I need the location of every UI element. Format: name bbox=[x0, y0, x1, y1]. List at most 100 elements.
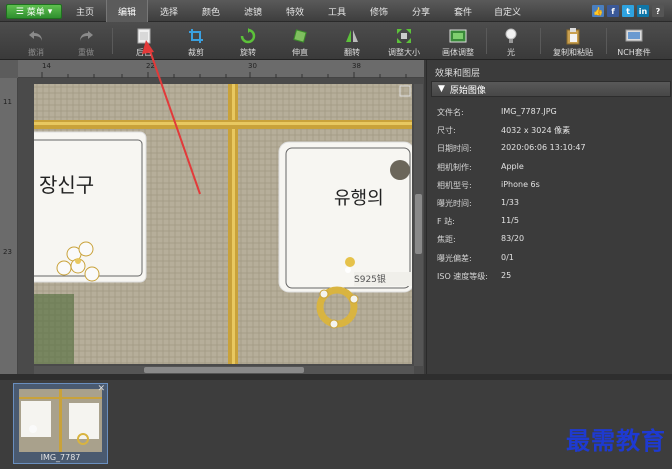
resize-button[interactable]: 调整大小 bbox=[384, 24, 424, 58]
rotate-icon bbox=[239, 27, 257, 45]
property-key: 尺寸: bbox=[437, 126, 456, 136]
background-label: 后台 bbox=[136, 48, 152, 57]
original-image-section[interactable]: ▼ 原始图像 bbox=[431, 81, 671, 97]
main-menu-label: 菜单 bbox=[26, 8, 45, 18]
property-row: 尺寸: 4032 x 3024 像素 bbox=[437, 125, 669, 143]
ruler-corner bbox=[0, 60, 18, 78]
straighten-icon bbox=[291, 27, 309, 45]
property-value: 83/20 bbox=[501, 234, 525, 244]
property-key: 焦距: bbox=[437, 235, 456, 245]
thumbnail-label: IMG_7787 bbox=[40, 453, 81, 462]
tab-tools[interactable]: 工具 bbox=[316, 0, 358, 22]
resize-icon bbox=[395, 27, 413, 45]
menu-bar: ☰ 菜单 ▾ 主页 编辑 选择 颜色 滤镜 特效 工具 修饰 分享 套件 自定义… bbox=[0, 0, 672, 22]
ruler-label: 30 bbox=[248, 62, 257, 70]
chevron-down-icon: ▾ bbox=[47, 6, 53, 17]
stamp-text: S925银 bbox=[354, 273, 386, 285]
property-value: 1/33 bbox=[501, 197, 519, 207]
lightbulb-icon bbox=[502, 27, 520, 45]
copy-paste-button[interactable]: 复制和粘贴 bbox=[548, 24, 598, 58]
crop-label: 裁剪 bbox=[188, 48, 204, 57]
effects-layers-panel: 效果和图层 ▼ 原始图像 文件名: IMG_7787.JPG 尺寸: 4032 x … bbox=[426, 60, 672, 376]
ruler-top: 14 22 30 38 bbox=[18, 60, 424, 78]
property-key: 曝光时间: bbox=[437, 198, 472, 208]
redo-label: 重做 bbox=[78, 48, 94, 57]
toolbar-separator bbox=[540, 28, 541, 54]
undo-icon bbox=[27, 27, 45, 45]
tab-custom[interactable]: 自定义 bbox=[484, 0, 531, 22]
copy-paste-label: 复制和粘贴 bbox=[553, 48, 593, 57]
linkedin-icon[interactable]: in bbox=[637, 5, 649, 17]
help-icon[interactable]: ? bbox=[652, 5, 664, 17]
toolbar: 撤消 重做 后台 裁剪 旋转 伸直 翻转 调整大小 画体调整 光 复制和粘贴 N… bbox=[0, 22, 672, 60]
image-canvas[interactable]: 장신구 유행의 S925银 bbox=[34, 84, 412, 364]
close-icon[interactable]: ✕ bbox=[97, 384, 105, 394]
ruler-label: 14 bbox=[42, 62, 51, 70]
tab-select[interactable]: 选择 bbox=[148, 0, 190, 22]
ruler-top-ticks bbox=[41, 72, 407, 78]
redo-button[interactable]: 重做 bbox=[70, 24, 102, 58]
tab-filter[interactable]: 滤镜 bbox=[232, 0, 274, 22]
property-row: F 站: 11/5 bbox=[437, 216, 669, 234]
card-left-text: 장신구 bbox=[39, 173, 94, 197]
tab-retouch[interactable]: 修饰 bbox=[358, 0, 400, 22]
crop-button[interactable]: 裁剪 bbox=[180, 24, 212, 58]
tab-suite[interactable]: 套件 bbox=[442, 0, 484, 22]
undo-button[interactable]: 撤消 bbox=[20, 24, 52, 58]
nch-suite-button[interactable]: NCH套件 bbox=[612, 24, 656, 58]
toolbar-separator bbox=[112, 28, 113, 54]
panel-title: 效果和图层 bbox=[435, 69, 481, 79]
ruler-label: 23 bbox=[3, 248, 12, 256]
property-row: 相机型号: iPhone 6s bbox=[437, 180, 669, 198]
menu-tabs: 主页 编辑 选择 颜色 滤镜 特效 工具 修饰 分享 套件 自定义 bbox=[64, 0, 531, 22]
page-icon bbox=[135, 27, 153, 45]
crop-icon bbox=[187, 27, 205, 45]
straighten-button[interactable]: 伸直 bbox=[284, 24, 316, 58]
tab-color[interactable]: 颜色 bbox=[190, 0, 232, 22]
property-value: 11/5 bbox=[501, 216, 519, 226]
flip-label: 翻转 bbox=[344, 48, 360, 57]
twitter-icon[interactable]: t bbox=[622, 5, 634, 17]
straighten-label: 伸直 bbox=[292, 48, 308, 57]
tab-share[interactable]: 分享 bbox=[400, 0, 442, 22]
property-key: 日期时间: bbox=[437, 144, 472, 154]
main-menu-button[interactable]: ☰ 菜单 ▾ bbox=[6, 4, 62, 19]
nch-suite-label: NCH套件 bbox=[617, 48, 651, 57]
filmstrip-thumbnail[interactable]: ✕ IMG_7787 bbox=[13, 383, 108, 464]
card-right-text: 유행의 bbox=[334, 188, 384, 209]
property-key: 曝光偏差: bbox=[437, 253, 472, 263]
rotate-button[interactable]: 旋转 bbox=[232, 24, 264, 58]
light-button[interactable]: 光 bbox=[496, 24, 526, 58]
property-row: 日期时间: 2020:06:06 13:10:47 bbox=[437, 143, 669, 161]
facebook-icon[interactable]: f bbox=[607, 5, 619, 17]
thumbs-up-icon[interactable]: 👍 bbox=[592, 5, 604, 17]
canvas-adjust-label: 画体调整 bbox=[442, 48, 474, 57]
redo-icon bbox=[77, 27, 95, 45]
flip-icon bbox=[343, 27, 361, 45]
app-window: ☰ 菜单 ▾ 主页 编辑 选择 颜色 滤镜 特效 工具 修饰 分享 套件 自定义… bbox=[0, 0, 672, 469]
tab-edit[interactable]: 编辑 bbox=[106, 0, 148, 22]
background-button[interactable]: 后台 bbox=[128, 24, 160, 58]
property-value: IMG_7787.JPG bbox=[501, 107, 557, 116]
flip-button[interactable]: 翻转 bbox=[336, 24, 368, 58]
tab-home[interactable]: 主页 bbox=[64, 0, 106, 22]
property-value: Apple bbox=[501, 161, 524, 171]
tab-effects[interactable]: 特效 bbox=[274, 0, 316, 22]
property-row: 文件名: IMG_7787.JPG bbox=[437, 107, 669, 125]
scrollbar-thumb[interactable] bbox=[144, 367, 304, 373]
scrollbar-thumb[interactable] bbox=[415, 194, 422, 254]
vertical-scrollbar[interactable] bbox=[414, 84, 423, 366]
canvas-icon bbox=[449, 27, 467, 45]
ruler-label: 11 bbox=[3, 98, 12, 106]
canvas-adjust-button[interactable]: 画体调整 bbox=[438, 24, 478, 58]
property-key: 相机型号: bbox=[437, 180, 472, 190]
property-row: 相机制作: Apple bbox=[437, 162, 669, 180]
clipboard-icon bbox=[564, 27, 582, 45]
property-key: 文件名: bbox=[437, 108, 464, 117]
image-properties: 文件名: IMG_7787.JPG 尺寸: 4032 x 3024 像素 日期时间:… bbox=[437, 107, 669, 289]
suite-icon bbox=[625, 27, 643, 45]
horizontal-scrollbar[interactable] bbox=[34, 366, 414, 374]
rotate-label: 旋转 bbox=[240, 48, 256, 57]
thumbnail-image bbox=[19, 389, 102, 452]
property-key: 相机制作: bbox=[437, 162, 472, 172]
